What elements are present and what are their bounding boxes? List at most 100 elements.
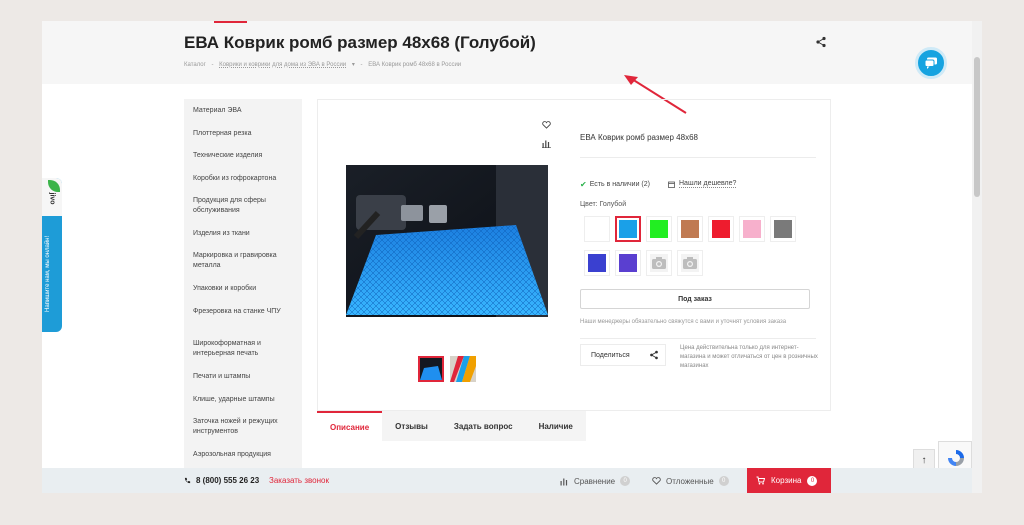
sidebar-item-technical[interactable]: Технические изделия	[184, 151, 302, 161]
color-swatch[interactable]	[615, 216, 641, 242]
product-name: ЕВА Коврик ромб размер 48х68	[580, 133, 698, 142]
color-swatch[interactable]	[677, 250, 703, 276]
callback-link[interactable]: Заказать звонок	[269, 476, 329, 485]
cart-count-badge: 0	[807, 475, 818, 486]
color-swatch[interactable]	[739, 216, 765, 242]
color-swatch[interactable]	[584, 250, 610, 276]
color-swatch[interactable]	[677, 216, 703, 242]
sidebar-item-sharpening[interactable]: Заточка ножей и режущих инструментов	[184, 417, 302, 436]
thumbnail-image	[450, 356, 476, 382]
bottom-bar: 8 (800) 555 26 23 Заказать звонок Сравне…	[42, 468, 972, 493]
compare-link[interactable]: Сравнение 0	[560, 476, 631, 486]
sidebar-item-engraving[interactable]: Маркировка и гравировка металла	[184, 251, 302, 270]
compare-count-badge: 0	[620, 476, 631, 486]
cart-button[interactable]: Корзина 0	[747, 468, 831, 493]
thumbnail-1[interactable]	[418, 356, 444, 382]
compare-icon	[560, 478, 568, 485]
tab-availability[interactable]: Наличие	[526, 411, 586, 441]
browser-viewport: ЕВА Коврик ромб размер 48х68 (Голубой) К…	[42, 21, 982, 493]
page-title: ЕВА Коврик ромб размер 48х68 (Голубой)	[184, 33, 536, 52]
color-swatch[interactable]	[770, 216, 796, 242]
heart-icon	[652, 477, 661, 485]
breadcrumb-category[interactable]: Коврики и коврики для дома из ЭВА в Росс…	[219, 62, 346, 68]
color-swatch[interactable]	[615, 250, 641, 276]
header-accent-line	[214, 21, 247, 23]
color-label: Цвет: Голубой	[580, 201, 627, 208]
phone-number[interactable]: 8 (800) 555 26 23	[184, 476, 259, 485]
order-note: Наши менеджеры обязательно свяжутся с ва…	[580, 319, 787, 325]
deferred-link[interactable]: Отложенные 0	[652, 476, 729, 486]
sidebar-item-print[interactable]: Широкоформатная и интерьерная печать	[184, 339, 302, 358]
sidebar-item-fabric[interactable]: Изделия из ткани	[184, 229, 302, 239]
page-header: ЕВА Коврик ромб размер 48х68 (Голубой) К…	[42, 21, 972, 84]
tab-description[interactable]: Описание	[317, 411, 383, 441]
product-main-image[interactable]	[346, 165, 548, 317]
sidebar-item-boxes[interactable]: Коробки из гофрокартона	[184, 174, 302, 184]
breadcrumb-catalog[interactable]: Каталог	[184, 62, 206, 68]
jivo-chat-label: Напишите нам, мы онлайн!	[45, 235, 51, 313]
divider	[580, 338, 816, 339]
check-icon: ✔	[580, 180, 587, 189]
arrow-up-icon: ↑	[921, 454, 927, 466]
thumbnail-2[interactable]	[450, 356, 476, 382]
page-scrollbar[interactable]	[972, 21, 982, 493]
product-tabs: Описание Отзывы Задать вопрос Наличие	[317, 411, 586, 441]
sidebar-item-packaging[interactable]: Упаковки и коробки	[184, 284, 302, 294]
swatch-color-fill	[650, 220, 668, 238]
price-note: Цена действительна только для интернет-м…	[680, 345, 818, 369]
color-swatch[interactable]	[584, 216, 610, 242]
sidebar-item-service[interactable]: Продукция для сферы обслуживания	[184, 196, 302, 215]
swatch-color-fill	[743, 220, 761, 238]
car-mat-photo	[346, 165, 548, 317]
swatch-color-fill	[774, 220, 792, 238]
share-button[interactable]: Поделиться	[580, 344, 666, 366]
camera-icon	[681, 254, 699, 272]
swatch-color-fill	[588, 220, 606, 238]
product-card: ЕВА Коврик ромб размер 48х68 ✔ Есть в на…	[317, 99, 831, 411]
deferred-label: Отложенные	[666, 476, 714, 486]
sidebar-item-plotter[interactable]: Плоттерная резка	[184, 129, 302, 139]
thumbnail-image	[420, 358, 442, 380]
color-swatch[interactable]	[646, 216, 672, 242]
stock-label: Есть в наличии (2)	[589, 181, 650, 188]
catalog-sidebar: Материал ЭВА Плоттерная резка Технически…	[184, 99, 302, 471]
breadcrumb-dropdown-icon[interactable]: ▾	[352, 62, 355, 68]
swatch-color-fill	[619, 220, 637, 238]
chat-icon	[924, 57, 937, 69]
found-cheaper-link[interactable]: Нашли дешевле?	[668, 180, 737, 188]
stock-status: ✔ Есть в наличии (2)	[580, 180, 650, 189]
camera-icon	[650, 254, 668, 272]
breadcrumb: Каталог - Коврики и коврики для дома из …	[184, 61, 465, 68]
jivo-logo-area: jivo	[42, 178, 62, 216]
sidebar-item-cnc[interactable]: Фрезеровка на станке ЧПУ	[184, 307, 302, 317]
jivo-leaf-icon	[48, 180, 60, 192]
cart-icon	[756, 476, 765, 485]
share-icon[interactable]	[815, 36, 827, 48]
color-swatch[interactable]	[646, 250, 672, 276]
breadcrumb-sep: -	[211, 62, 214, 68]
chat-button[interactable]	[915, 47, 947, 79]
phone-icon	[184, 477, 191, 484]
calendar-icon	[668, 181, 675, 188]
swatch-color-fill	[712, 220, 730, 238]
order-button[interactable]: Под заказ	[580, 289, 810, 309]
tab-ask-question[interactable]: Задать вопрос	[441, 411, 526, 441]
breadcrumb-current: ЕВА Коврик ромб 48х68 в России	[368, 62, 462, 68]
recaptcha-icon	[948, 450, 964, 466]
sidebar-item-eva[interactable]: Материал ЭВА	[184, 106, 302, 116]
compare-label: Сравнение	[574, 476, 616, 486]
compare-icon[interactable]	[542, 139, 551, 148]
scrollbar-thumb[interactable]	[974, 57, 980, 197]
phone-label: 8 (800) 555 26 23	[196, 476, 260, 485]
breadcrumb-sep: -	[360, 62, 363, 68]
tab-reviews[interactable]: Отзывы	[382, 411, 441, 441]
sidebar-item-aerosol[interactable]: Аэрозольная продукция	[184, 450, 302, 460]
color-swatch[interactable]	[708, 216, 734, 242]
swatch-color-fill	[619, 254, 637, 272]
heart-icon[interactable]	[542, 121, 551, 129]
sidebar-item-cliche[interactable]: Клише, ударные штампы	[184, 395, 302, 405]
share-icon	[650, 350, 658, 360]
sidebar-item-stamps[interactable]: Печати и штампы	[184, 372, 302, 382]
jivo-logo: jivo	[48, 192, 56, 205]
jivo-chat-tab[interactable]: jivo Напишите нам, мы онлайн!	[42, 178, 62, 332]
